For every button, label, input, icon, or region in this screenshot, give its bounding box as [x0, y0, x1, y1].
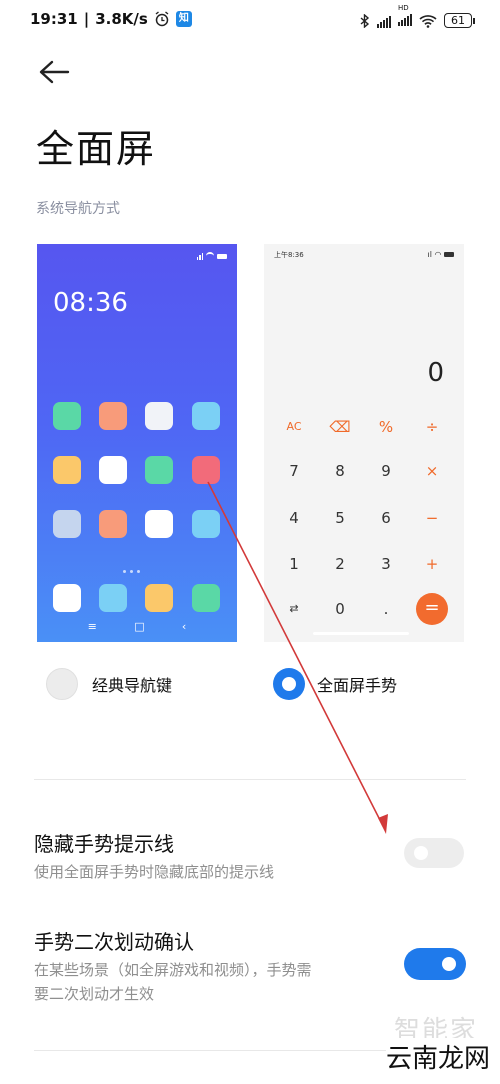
annotation-arrow	[207, 481, 388, 834]
watermark: 云南龙网	[385, 1038, 490, 1075]
